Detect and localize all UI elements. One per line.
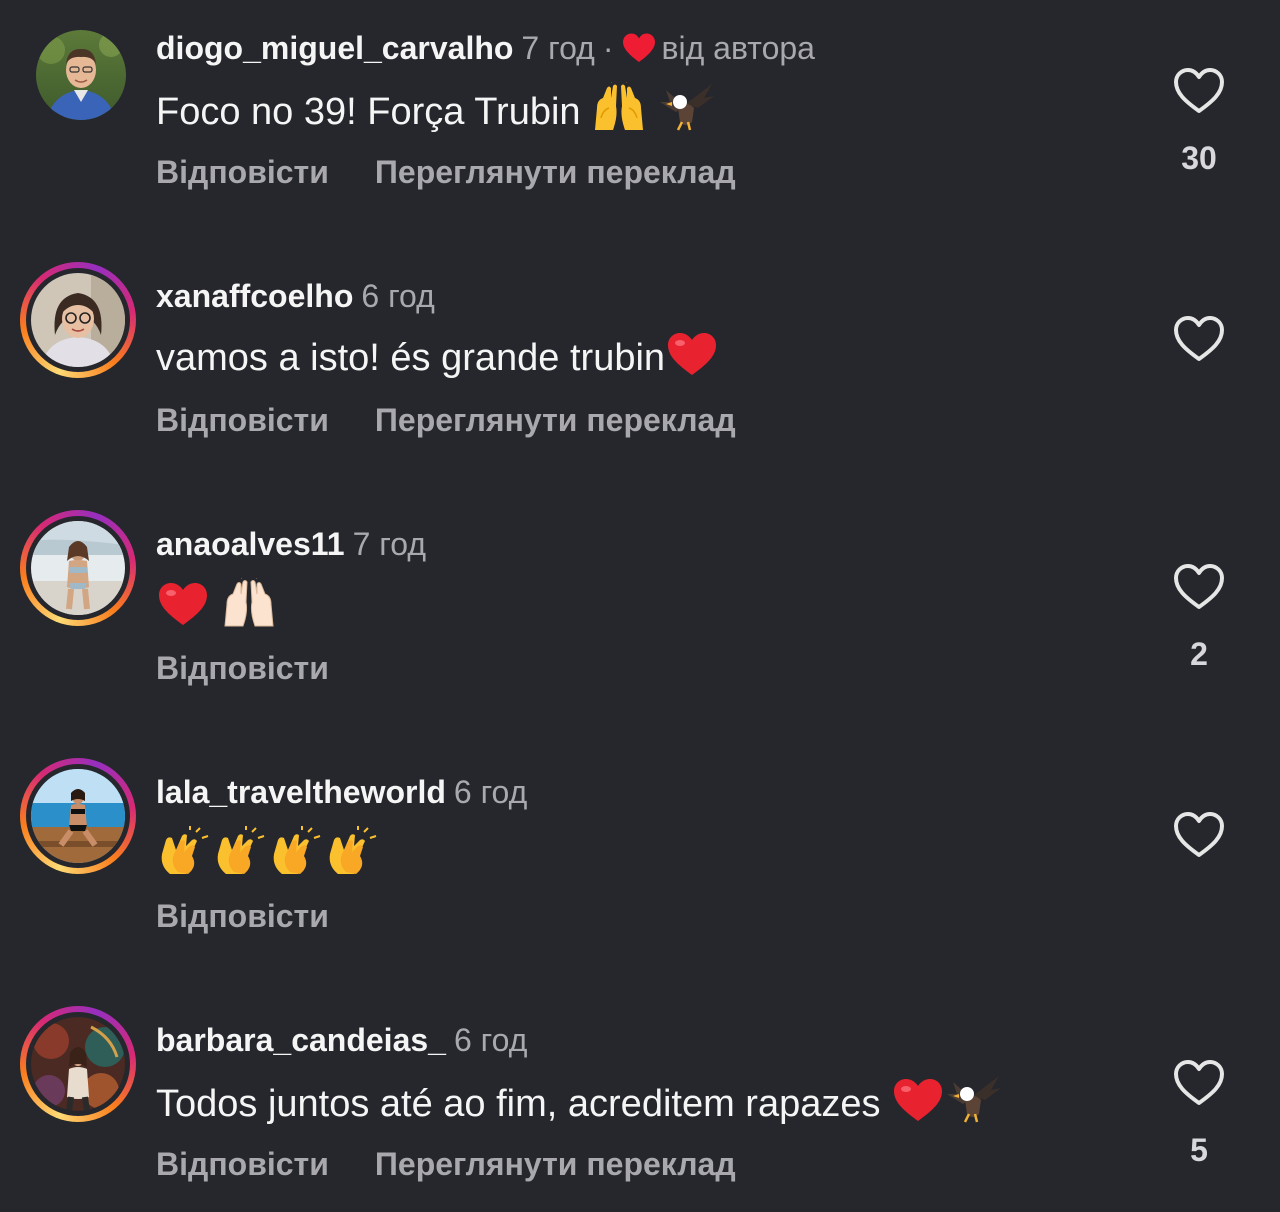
avatar[interactable] (20, 14, 136, 130)
avatar-story-ring[interactable] (20, 510, 136, 626)
like-heart-icon[interactable] (1172, 562, 1226, 612)
red-heart-emoji (665, 330, 719, 378)
eagle-emoji (945, 1074, 1002, 1124)
see-translation-button[interactable]: Переглянути переклад (375, 402, 736, 438)
comment-text (156, 578, 277, 632)
comment-username[interactable]: diogo_miguel_carvalho (156, 30, 513, 66)
eagle-emoji (658, 82, 714, 132)
reply-button[interactable]: Відповісти (156, 154, 329, 190)
author-liked-heart-icon (622, 32, 656, 64)
clapping-hands-emoji (324, 826, 380, 876)
like-count[interactable]: 5 (1150, 1130, 1248, 1170)
comment-item: anaoalves11 7 год Відповісти 2 (0, 496, 1280, 726)
comment-username[interactable]: anaoalves11 (156, 526, 345, 562)
separator-dot: · (602, 30, 614, 66)
like-heart-icon[interactable] (1172, 66, 1226, 116)
avatar-story-ring[interactable] (20, 262, 136, 378)
author-liked-label: від автора (661, 30, 815, 66)
clapping-hands-emoji (156, 826, 212, 876)
avatar-photo-beach (31, 521, 125, 615)
comment-item: lala_traveltheworld 6 год Відповісти (0, 744, 1280, 974)
see-translation-button[interactable]: Переглянути переклад (375, 154, 736, 190)
raising-hands-emoji (591, 82, 647, 132)
avatar-story-ring[interactable] (20, 758, 136, 874)
comment-meta: xanaffcoelho 6 год (156, 276, 435, 316)
like-count[interactable]: 2 (1150, 634, 1248, 674)
comment-text (156, 826, 380, 880)
like-count[interactable]: 30 (1150, 138, 1248, 178)
avatar-story-ring[interactable] (20, 1006, 136, 1122)
comment-text: Foco no 39! Força Trubin (156, 82, 714, 136)
comment-actions: Відповісти (156, 648, 329, 688)
comment-actions: Відповісти Переглянути переклад (156, 152, 736, 192)
comment-meta: lala_traveltheworld 6 год (156, 772, 527, 812)
reply-button[interactable]: Відповісти (156, 650, 329, 686)
comment-username[interactable]: lala_traveltheworld (156, 774, 446, 810)
comment-text: Todos juntos até ao fim, acreditem rapaz… (156, 1074, 1002, 1128)
avatar-photo-man (36, 30, 126, 120)
comment-time: 6 год (453, 1022, 528, 1058)
like-heart-icon[interactable] (1172, 1058, 1226, 1108)
clapping-hands-emoji (268, 826, 324, 876)
comment-time: 7 год (521, 30, 595, 66)
red-heart-emoji (891, 1076, 945, 1124)
comment-meta: diogo_miguel_carvalho 7 год · від автора (156, 28, 815, 68)
comment-item: xanaffcoelho 6 год vamos a isto! és grand… (0, 248, 1280, 478)
comment-username[interactable]: xanaffcoelho (156, 278, 353, 314)
raising-hands-light-emoji (221, 578, 277, 628)
clapping-hands-emoji (212, 826, 268, 876)
comment-actions: Відповісти (156, 896, 329, 936)
avatar-photo-mural (31, 1017, 125, 1111)
comment-actions: Відповісти Переглянути переклад (156, 1144, 736, 1184)
avatar-photo-woman-glasses (31, 273, 125, 367)
see-translation-button[interactable]: Переглянути переклад (375, 1146, 736, 1182)
comment-text-content: Todos juntos até ao fim, acreditem rapaz… (156, 1083, 881, 1125)
comment-meta: barbara_candeias_ 6 год (156, 1020, 527, 1060)
comment-time: 7 год (352, 526, 427, 562)
avatar-photo-pool (31, 769, 125, 863)
comment-text: vamos a isto! és grande trubin (156, 330, 719, 382)
comment-text-content: vamos a isto! és grande trubin (156, 337, 666, 379)
like-heart-icon[interactable] (1172, 314, 1226, 364)
comment-text-content: Foco no 39! Força Trubin (156, 91, 581, 133)
like-heart-icon[interactable] (1172, 810, 1226, 860)
reply-button[interactable]: Відповісти (156, 402, 329, 438)
comment-username[interactable]: barbara_candeias_ (156, 1022, 446, 1058)
comment-item: diogo_miguel_carvalho 7 год · від автора Fo… (0, 0, 1280, 230)
red-heart-emoji (156, 580, 210, 628)
comment-meta: anaoalves11 7 год (156, 524, 426, 564)
reply-button[interactable]: Відповісти (156, 898, 329, 934)
reply-button[interactable]: Відповісти (156, 1146, 329, 1182)
comment-time: 6 год (453, 774, 528, 810)
comment-time: 6 год (361, 278, 435, 314)
comment-item: barbara_candeias_ 6 год Todos juntos até … (0, 992, 1280, 1212)
comment-actions: Відповісти Переглянути переклад (156, 400, 736, 440)
